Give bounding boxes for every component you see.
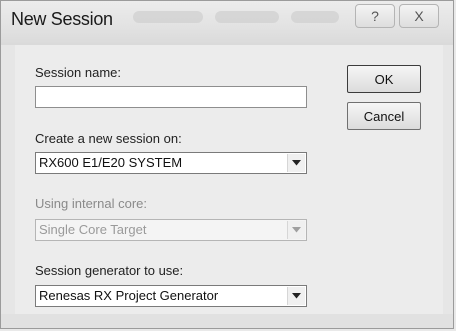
dialog-title: New Session [11,9,113,29]
close-icon: X [414,8,424,24]
chevron-down-icon[interactable] [287,154,305,172]
create-on-selected: RX600 E1/E20 SYSTEM [39,155,183,170]
generator-label: Session generator to use: [35,263,184,278]
session-name-input[interactable] [35,86,307,108]
chevron-down-icon [287,221,305,239]
internal-core-dropdown: Single Core Target [35,219,307,241]
session-name-label: Session name: [35,65,121,80]
internal-core-label: Using internal core: [35,196,147,211]
title-bar-blur [291,11,339,23]
cancel-button[interactable]: Cancel [347,102,421,130]
title-bar[interactable]: New Session ? X [1,1,453,45]
dialog-body: Session name: Create a new session on: R… [15,45,443,315]
generator-selected: Renesas RX Project Generator [39,288,219,303]
help-icon: ? [371,8,379,24]
ok-button-label: OK [374,71,394,87]
close-button[interactable]: X [399,4,439,28]
help-button[interactable]: ? [355,4,395,28]
cancel-button-label: Cancel [363,108,405,124]
create-on-dropdown[interactable]: RX600 E1/E20 SYSTEM [35,152,307,174]
ok-button[interactable]: OK [347,65,421,93]
create-on-label: Create a new session on: [35,131,182,146]
title-bar-blur [133,11,203,23]
new-session-dialog: New Session ? X Session name: Create a n… [0,0,454,329]
title-bar-blur [215,11,279,23]
generator-dropdown[interactable]: Renesas RX Project Generator [35,285,307,307]
dialog-bottom-edge [1,314,453,328]
internal-core-selected: Single Core Target [39,222,147,237]
chevron-down-icon[interactable] [287,287,305,305]
